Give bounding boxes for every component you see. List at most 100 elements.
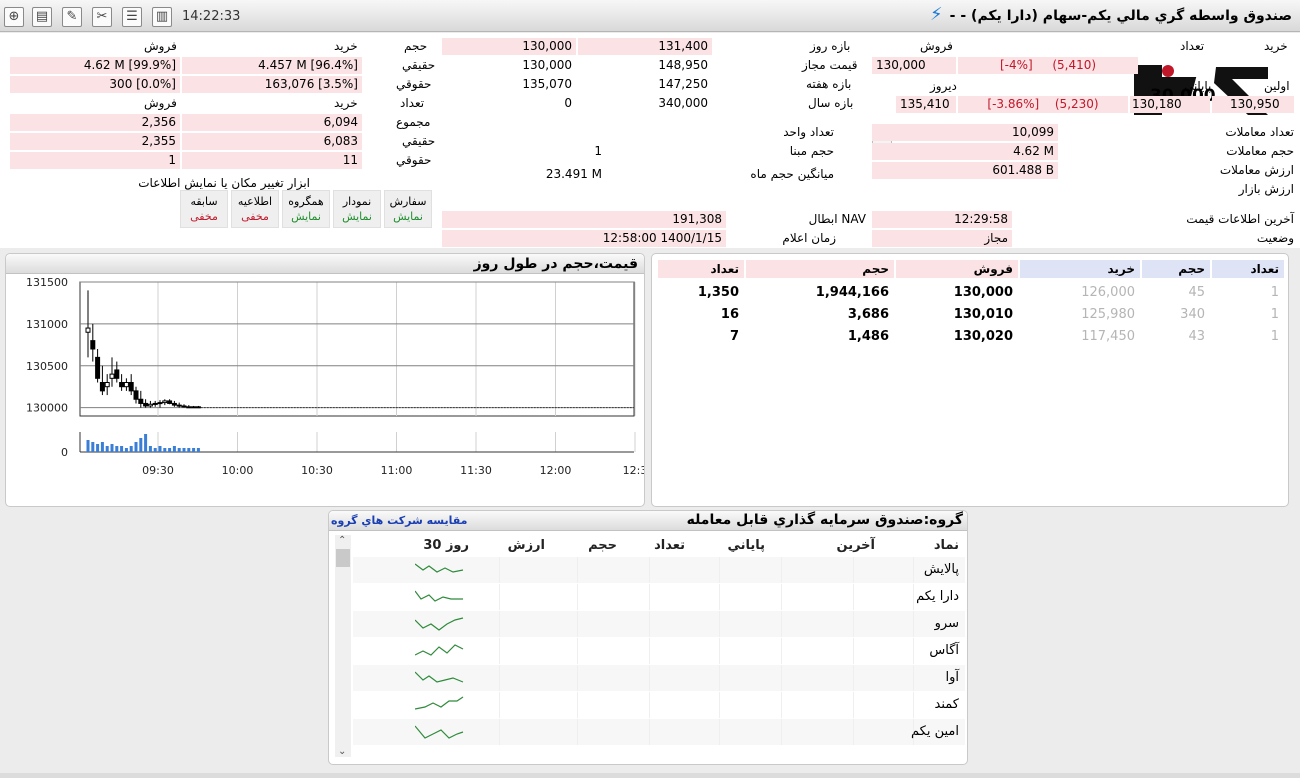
column-divider — [853, 638, 854, 664]
group-symbol[interactable]: پالايش — [924, 562, 959, 577]
market-value — [872, 181, 1058, 198]
x-tick-label: 10:00 — [222, 464, 254, 477]
column-divider — [499, 557, 500, 583]
table-row[interactable]: دارا يكم — [353, 584, 965, 610]
table-row[interactable]: آوا — [353, 665, 965, 691]
compare-group-link[interactable]: مقايسه شركت هاي گروه — [331, 514, 467, 527]
column-divider — [649, 557, 650, 583]
x-tick-label: 09:30 — [142, 464, 174, 477]
sparkline-30day — [415, 671, 464, 683]
table-row[interactable]: سرو — [353, 611, 965, 637]
ob-buy-volume: 43 — [1188, 329, 1205, 344]
last-info-time: 12:29:58 — [872, 211, 1012, 228]
candle-body — [123, 382, 129, 388]
cnt-real-sell: 2,355 — [10, 133, 180, 150]
cnt-total-sell: 2,356 — [10, 114, 180, 131]
group-header: گروه:صندوق سرمايه گذاري قابل معامله مقاي… — [329, 511, 967, 531]
inv-legal-label-2: حقوقي — [396, 153, 432, 167]
volume-bar — [153, 448, 157, 452]
ob-sell-count: 7 — [729, 329, 739, 344]
sell-label: فروش — [920, 39, 953, 53]
column-divider — [499, 692, 500, 718]
column-divider — [499, 584, 500, 610]
ob-h-sell-price: فروش — [896, 260, 1018, 278]
group-symbol[interactable]: امين يكم — [911, 724, 959, 739]
group-panel: گروه:صندوق سرمايه گذاري قابل معامله مقاي… — [328, 510, 968, 765]
ob-buy-count: 1 — [1270, 307, 1279, 322]
table-row[interactable]: كمند — [353, 692, 965, 718]
intraday-chart[interactable]: 09:30 10:00 10:30 11:00 11:30 12:00 12:3 131500… — [6, 274, 644, 506]
calculator-icon[interactable]: ▤ — [32, 7, 52, 27]
grp-h-volume: حجم — [588, 538, 617, 553]
unit-count-label: تعداد واحد — [783, 125, 834, 139]
group-symbol[interactable]: آگاس — [929, 643, 959, 658]
table-row[interactable]: پالايش — [353, 557, 965, 583]
column-divider — [719, 611, 720, 637]
group-symbol[interactable]: كمند — [935, 697, 959, 712]
column-divider — [781, 665, 782, 691]
column-divider — [781, 557, 782, 583]
column-divider — [913, 665, 914, 691]
column-divider — [499, 611, 500, 637]
tool-chart[interactable]: نمودار نمايش — [333, 190, 381, 228]
tool-order[interactable]: سفارش نمايش — [384, 190, 432, 228]
grp-h-30day: 30 روز — [423, 538, 469, 553]
group-symbol[interactable]: دارا يكم — [916, 589, 959, 604]
table-row[interactable]: امين يكم — [353, 719, 965, 745]
x-tick-label: 10:30 — [301, 464, 333, 477]
tool-notice[interactable]: اطلاعيه مخفی — [231, 190, 279, 228]
plus-square-icon[interactable]: ⊕ — [4, 7, 24, 27]
inv-buy-label-2: خريد — [334, 96, 358, 110]
candle-body — [191, 406, 197, 409]
column-divider — [853, 665, 854, 691]
group-symbol[interactable]: آوا — [945, 670, 959, 685]
yesterday-label: ديروز — [930, 79, 957, 93]
tool-group-name: همگروه — [288, 195, 324, 208]
scroll-down-icon[interactable]: ⌄ — [338, 746, 346, 757]
announce-label: زمان اعلام — [782, 231, 836, 245]
candle-body — [99, 382, 105, 392]
sparkline-30day — [415, 563, 464, 573]
tool-group[interactable]: همگروه نمايش — [282, 190, 330, 228]
bar-chart-icon[interactable]: ▥ — [152, 7, 172, 27]
column-divider — [913, 692, 914, 718]
trades-count-label: تعداد معاملات — [1225, 125, 1294, 139]
candle-body — [147, 403, 153, 407]
y-tick-label: 130500 — [26, 360, 68, 373]
column-divider — [913, 638, 914, 664]
grp-h-count: تعداد — [654, 538, 685, 553]
ob-sell-price: 130,020 — [953, 329, 1013, 344]
column-divider — [649, 719, 650, 745]
scroll-up-icon[interactable]: ⌃ — [338, 535, 346, 546]
volume-bar — [100, 442, 104, 452]
tool-history[interactable]: سابقه مخفی — [180, 190, 228, 228]
column-divider — [577, 557, 578, 583]
status-label: وضعيت — [1256, 231, 1294, 245]
column-divider — [649, 584, 650, 610]
first-label: اولين — [1264, 79, 1290, 93]
scroll-thumb[interactable] — [336, 549, 350, 567]
bolt-icon[interactable]: ⚡ — [930, 4, 943, 25]
volume-bar — [177, 448, 181, 452]
list-icon[interactable]: ☰ — [122, 7, 142, 27]
ob-h-sell-volume: حجم — [746, 260, 894, 278]
sparkline-path — [415, 590, 463, 602]
market-value-label: ارزش بازار — [1238, 182, 1294, 196]
tool-notice-name: اطلاعيه — [237, 195, 273, 208]
last-change-pct: [-4%] — [999, 58, 1033, 72]
candle-body — [104, 382, 110, 388]
year-range-label: بازه سال — [808, 96, 854, 110]
price-plot-area — [79, 281, 635, 417]
sparkline-30day — [415, 696, 464, 710]
column-divider — [577, 584, 578, 610]
edit-icon[interactable]: ✎ — [62, 7, 82, 27]
inv-sell-label-2: فروش — [144, 96, 177, 110]
volume-bar — [144, 434, 148, 452]
tool-notice-state: مخفی — [241, 210, 269, 223]
group-symbol[interactable]: سرو — [935, 616, 959, 631]
ob-h-buy-price: خريد — [1020, 260, 1140, 278]
table-row[interactable]: آگاس — [353, 638, 965, 664]
column-divider — [719, 557, 720, 583]
tools-icon[interactable]: ✂ — [92, 7, 112, 27]
group-scrollbar[interactable]: ⌃ ⌄ — [335, 535, 351, 757]
